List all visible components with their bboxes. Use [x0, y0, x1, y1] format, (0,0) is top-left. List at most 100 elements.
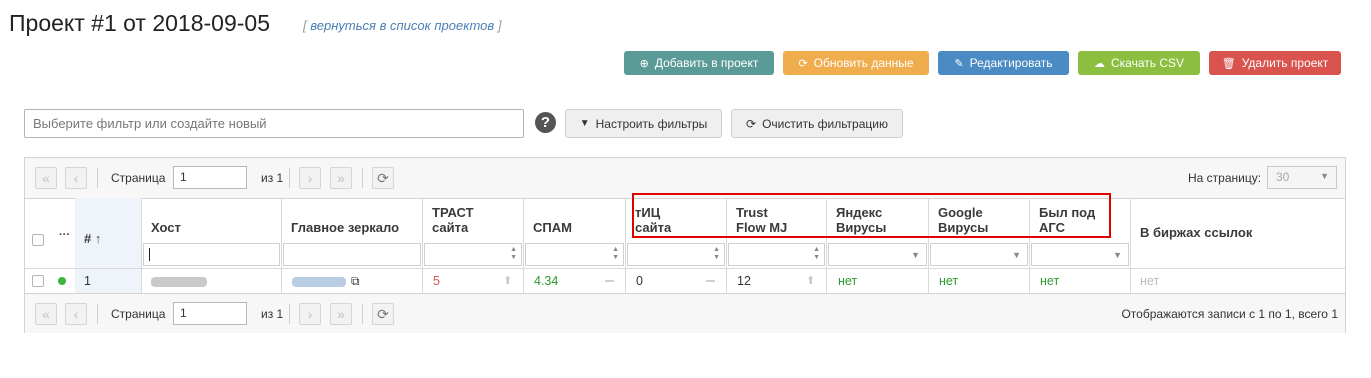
- plus-circle-icon: ⊕: [639, 57, 649, 70]
- last-page-icon[interactable]: »: [330, 303, 352, 325]
- cloud-download-icon: ☁: [1093, 57, 1105, 70]
- page-label: Страница: [111, 171, 166, 185]
- download-csv-button[interactable]: ☁ Скачать CSV: [1078, 51, 1200, 75]
- spinner-icon[interactable]: ▲ ▼: [612, 246, 619, 262]
- bracket-close: ]: [497, 18, 502, 33]
- google-viruses-filter-select[interactable]: ▼: [930, 243, 1028, 266]
- pager-divider: [289, 304, 290, 324]
- yandex-viruses-filter-select[interactable]: ▼: [828, 243, 927, 266]
- download-csv-label: Скачать CSV: [1110, 56, 1184, 70]
- tic-filter-input[interactable]: ▲ ▼: [627, 243, 725, 266]
- page-label: Страница: [111, 307, 166, 321]
- per-page-value: 30: [1276, 170, 1290, 184]
- status-dot-icon: [58, 277, 66, 285]
- trend-up-icon: ⬆: [806, 275, 816, 287]
- clear-filters-label: Очистить фильтрацию: [762, 116, 888, 131]
- trend-flat-icon: [706, 280, 715, 282]
- page-title: Проект #1 от 2018-09-05: [9, 10, 270, 36]
- select-all-checkbox[interactable]: [32, 234, 44, 246]
- host-value-redacted[interactable]: [151, 277, 207, 287]
- back-to-projects-link[interactable]: вернуться в список проектов: [310, 18, 494, 33]
- chevron-down-icon: ▼: [911, 250, 920, 260]
- clear-filters-button[interactable]: ⟳ Очистить фильтрацию: [731, 109, 903, 138]
- host-filter-input[interactable]: [143, 243, 280, 266]
- reload-icon[interactable]: ⟳: [372, 303, 394, 325]
- refresh-icon: ⟳: [746, 116, 757, 131]
- mirror-link-redacted[interactable]: [292, 277, 346, 287]
- prev-page-icon[interactable]: ‹: [65, 167, 87, 189]
- next-page-icon[interactable]: ›: [299, 303, 321, 325]
- first-page-icon[interactable]: «: [35, 303, 57, 325]
- spinner-icon[interactable]: ▲ ▼: [713, 246, 720, 262]
- row-checkbox[interactable]: [32, 275, 44, 287]
- add-to-project-label: Добавить в проект: [654, 56, 759, 70]
- col-host-label: Хост: [151, 220, 181, 235]
- refresh-icon: ⟳: [798, 57, 808, 70]
- funnel-icon: ▼: [579, 118, 590, 129]
- highlight-box: [632, 193, 1111, 238]
- bracket-open: [: [303, 18, 307, 33]
- records-summary: Отображаются записи с 1 по 1, всего 1: [1121, 307, 1338, 321]
- filter-select-input[interactable]: [24, 109, 524, 138]
- yandex-viruses-value: нет: [838, 274, 858, 288]
- ags-value: нет: [1040, 274, 1060, 288]
- trust-value: 5: [433, 274, 440, 288]
- pager-divider: [97, 304, 98, 324]
- delete-project-button[interactable]: 🗑 Удалить проект: [1209, 51, 1341, 75]
- pager-divider: [362, 168, 363, 188]
- pager-divider: [289, 168, 290, 188]
- trend-flat-icon: [605, 280, 614, 282]
- add-to-project-button[interactable]: ⊕ Добавить в проект: [624, 51, 774, 75]
- col-trust-label: ТРАСТ сайта: [432, 205, 474, 235]
- page-number-input[interactable]: 1: [173, 302, 247, 325]
- chevron-down-icon: ▼: [1113, 250, 1122, 260]
- update-data-label: Обновить данные: [813, 56, 914, 70]
- back-link-wrapper: [ вернуться в список проектов ]: [303, 18, 501, 33]
- google-viruses-value: нет: [939, 274, 959, 288]
- ags-filter-select[interactable]: ▼: [1031, 243, 1129, 266]
- configure-filters-button[interactable]: ▼ Настроить фильтры: [565, 109, 722, 138]
- col-number-label: # ↑: [84, 231, 102, 246]
- trash-icon: 🗑: [1221, 57, 1236, 70]
- tic-value: 0: [636, 274, 643, 288]
- chevron-down-icon: ▼: [1012, 250, 1021, 260]
- page-total: из 1: [261, 307, 284, 321]
- edit-button[interactable]: ✎ Редактировать: [938, 51, 1069, 75]
- trust-flow-value: 12: [737, 274, 751, 288]
- spam-value: 4.34: [534, 274, 559, 288]
- edit-icon: ✎: [954, 57, 964, 70]
- next-page-icon[interactable]: ›: [299, 167, 321, 189]
- external-link-icon[interactable]: ⧉: [351, 274, 360, 289]
- per-page-select[interactable]: 30 ▼: [1267, 166, 1337, 189]
- first-page-icon[interactable]: «: [35, 167, 57, 189]
- update-data-button[interactable]: ⟳ Обновить данные: [783, 51, 929, 75]
- per-page-label: На страницу:: [1188, 171, 1262, 185]
- help-icon[interactable]: ?: [535, 112, 556, 133]
- spinner-icon[interactable]: ▲ ▼: [510, 246, 517, 262]
- delete-project-label: Удалить проект: [1241, 56, 1329, 70]
- trust-filter-input[interactable]: ▲ ▼: [424, 243, 522, 266]
- col-exchanges[interactable]: В биржах ссылок: [1131, 198, 1345, 293]
- trust-flow-filter-input[interactable]: ▲ ▼: [728, 243, 825, 266]
- spam-filter-input[interactable]: ▲ ▼: [525, 243, 624, 266]
- col-mirror-label: Главное зеркало: [291, 220, 400, 235]
- pager-divider: [362, 304, 363, 324]
- pager-divider: [97, 168, 98, 188]
- trend-up-icon: ⬆: [503, 275, 513, 287]
- spinner-icon[interactable]: ▲ ▼: [813, 246, 820, 262]
- configure-filters-label: Настроить фильтры: [595, 116, 708, 131]
- data-grid: « ‹ Страница 1 из 1 › » ⟳ На страницу: 3…: [24, 157, 1346, 333]
- actions-menu-icon[interactable]: ···: [59, 228, 70, 243]
- mirror-filter-input[interactable]: [283, 243, 421, 266]
- reload-icon[interactable]: ⟳: [372, 167, 394, 189]
- pager-bottom: « ‹ Страница 1 из 1 › » ⟳ Отображаются з…: [25, 293, 1345, 333]
- exchanges-value: нет: [1140, 274, 1160, 288]
- sort-up-icon: ↑: [94, 231, 102, 246]
- page-number-input[interactable]: 1: [173, 166, 247, 189]
- last-page-icon[interactable]: »: [330, 167, 352, 189]
- prev-page-icon[interactable]: ‹: [65, 303, 87, 325]
- col-spam-label: СПАМ: [533, 220, 572, 235]
- chevron-down-icon: ▼: [1320, 171, 1329, 181]
- page-total: из 1: [261, 171, 284, 185]
- row-number: 1: [84, 274, 91, 288]
